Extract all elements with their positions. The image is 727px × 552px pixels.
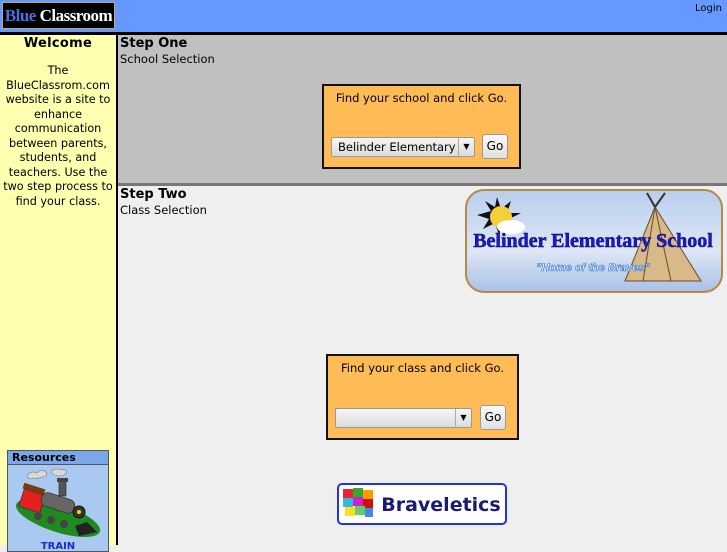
puzzle-pieces-icon bbox=[343, 488, 373, 517]
step-one-title: Step One bbox=[120, 36, 188, 51]
logo-text-blue: Blue bbox=[4, 6, 37, 25]
school-select-value: Belinder Elementary bbox=[338, 140, 456, 154]
class-go-button[interactable]: Go bbox=[480, 405, 506, 430]
sidebar: Welcome The BlueClassrom.com website is … bbox=[0, 35, 118, 552]
step-two-subtitle: Class Selection bbox=[120, 203, 207, 217]
step-two-section: Step Two Class Selection Belinder Elemen… bbox=[118, 186, 727, 545]
welcome-heading: Welcome bbox=[23, 36, 93, 51]
braveletics-label: Braveletics bbox=[381, 494, 501, 516]
step-two-title: Step Two bbox=[120, 187, 187, 202]
banner-tagline: "Home of the Braves" bbox=[536, 262, 651, 274]
school-go-button[interactable]: Go bbox=[482, 134, 508, 159]
step-one-section: Step One School Selection Find your scho… bbox=[118, 35, 727, 186]
school-finder-message: Find your school and click Go. bbox=[335, 91, 508, 105]
resources-box: Resources TRAIN bbox=[7, 450, 109, 552]
welcome-blurb: The BlueClassrom.com website is a site t… bbox=[3, 64, 113, 208]
school-banner-image: Belinder Elementary School "Home of the … bbox=[465, 189, 723, 293]
login-link[interactable]: Login bbox=[695, 3, 722, 14]
class-finder-box: Find your class and click Go. ▼ Go bbox=[326, 354, 519, 440]
class-finder-message: Find your class and click Go. bbox=[341, 361, 504, 375]
school-finder-box: Find your school and click Go. Belinder … bbox=[322, 84, 521, 169]
chevron-down-icon: ▼ bbox=[455, 409, 471, 427]
train-link[interactable]: TRAIN bbox=[8, 541, 108, 552]
school-select[interactable]: Belinder Elementary ▼ bbox=[331, 137, 475, 157]
banner-school-name: Belinder Elementary School bbox=[473, 230, 713, 252]
logo-text-classroom: Classroom bbox=[39, 6, 113, 25]
header-bar: Blue Classroom Login bbox=[0, 0, 727, 35]
blue-classroom-logo[interactable]: Blue Classroom bbox=[2, 2, 115, 29]
train-icon[interactable] bbox=[13, 466, 103, 541]
chevron-down-icon: ▼ bbox=[458, 138, 474, 156]
step-one-subtitle: School Selection bbox=[120, 52, 215, 66]
resources-title: Resources bbox=[8, 451, 108, 465]
class-select[interactable]: ▼ bbox=[335, 408, 472, 428]
braveletics-link[interactable]: Braveletics bbox=[337, 483, 507, 525]
